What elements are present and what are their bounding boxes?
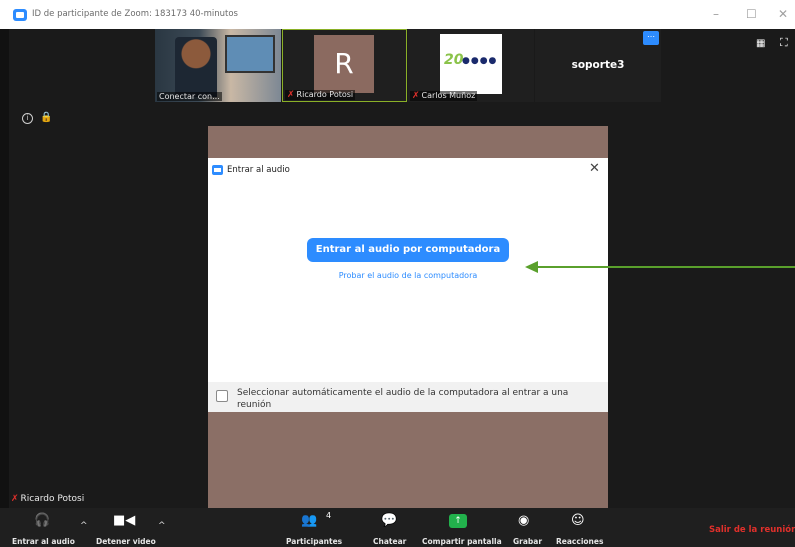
- reactions-icon: ☺: [571, 513, 585, 528]
- more-options-icon[interactable]: ⋯: [643, 31, 659, 45]
- chat-icon: 💬: [381, 513, 398, 528]
- window-title: ID de participante de Zoom: 183173 40-mi…: [32, 9, 238, 19]
- active-speaker-name-row: ✗ Ricardo Potosi: [11, 494, 84, 504]
- participant-thumbnail-active[interactable]: R ✗ Ricardo Potosi: [282, 29, 407, 102]
- participants-count: 4: [326, 511, 332, 520]
- auto-join-audio-label[interactable]: Seleccionar automáticamente el audio de …: [237, 387, 597, 411]
- info-icon[interactable]: i: [22, 113, 33, 124]
- participant-name: Carlos Muñoz: [421, 91, 476, 100]
- share-screen-button[interactable]: ↑ Compartir pantalla: [421, 508, 502, 547]
- auto-join-audio-checkbox[interactable]: [216, 390, 228, 402]
- headphones-icon: 🎧: [34, 513, 51, 528]
- meeting-toolbar: 🎧 Entrar al audio ^ ■◀ Detener video ^ 👥…: [0, 508, 795, 547]
- video-camera-icon: ■◀: [113, 513, 136, 528]
- minimize-button[interactable]: –: [713, 7, 719, 21]
- record-label: Grabar: [513, 537, 543, 546]
- avatar-initial: R: [314, 35, 374, 93]
- participants-icon: 👥: [301, 513, 318, 528]
- mic-muted-icon: ✗: [412, 91, 420, 101]
- participants-button[interactable]: 👥 4 Participantes: [285, 508, 345, 547]
- title-bar: ID de participante de Zoom: 183173 40-mi…: [0, 0, 795, 30]
- reactions-button[interactable]: ☺ Reacciones: [555, 508, 605, 547]
- audio-options-caret-icon[interactable]: ^: [80, 521, 88, 531]
- zoom-logo-icon: [13, 9, 27, 21]
- participant-name: Ricardo Potosi: [296, 90, 354, 99]
- annotation-arrow-line: [537, 266, 795, 268]
- dialog-title: Entrar al audio: [227, 165, 290, 175]
- participant-thumbnail[interactable]: Conectar con...: [155, 29, 281, 102]
- stop-video-label: Detener video: [96, 537, 156, 546]
- close-window-button[interactable]: ✕: [778, 7, 788, 21]
- lock-icon[interactable]: 🔒: [40, 112, 52, 123]
- annotation-arrow-head: [525, 261, 538, 273]
- share-screen-label: Compartir pantalla: [422, 537, 502, 546]
- dialog-footer: Seleccionar automáticamente el audio de …: [208, 382, 608, 412]
- participant-name: soporte3: [571, 59, 625, 71]
- zoom-logo-icon: [212, 165, 223, 175]
- video-options-caret-icon[interactable]: ^: [158, 521, 166, 531]
- gallery-view-icon[interactable]: ▦: [756, 38, 765, 49]
- fullscreen-icon[interactable]: ⛶: [780, 36, 788, 50]
- left-edge: [0, 29, 9, 547]
- participant-video-person: [175, 37, 217, 97]
- record-button[interactable]: ◉ Grabar: [512, 508, 544, 547]
- dialog-close-button[interactable]: ✕: [589, 161, 600, 176]
- join-audio-label: Entrar al audio: [12, 537, 75, 546]
- chat-label: Chatear: [373, 537, 407, 546]
- participant-thumbnail[interactable]: 20 ●●●● ✗ Carlos Muñoz: [408, 29, 534, 102]
- leave-meeting-button[interactable]: Salir de la reunión: [709, 525, 795, 535]
- join-audio-dialog: Entrar al audio ✕ Entrar al audio por co…: [208, 158, 608, 412]
- maximize-button[interactable]: ☐: [746, 7, 757, 21]
- mic-muted-icon: ✗: [11, 494, 19, 504]
- record-icon: ◉: [518, 513, 530, 528]
- stop-video-button[interactable]: ■◀ Detener video: [95, 508, 157, 547]
- participant-logo: 20 ●●●●: [440, 34, 502, 94]
- test-computer-audio-link[interactable]: Probar el audio de la computadora: [208, 271, 608, 280]
- join-audio-button[interactable]: 🎧 Entrar al audio: [10, 508, 80, 547]
- active-speaker-name: Ricardo Potosi: [20, 494, 85, 504]
- join-computer-audio-button[interactable]: Entrar al audio por computadora: [307, 238, 509, 262]
- participants-label: Participantes: [286, 537, 343, 546]
- participant-name-row: ✗ Carlos Muñoz: [410, 91, 478, 101]
- logo-dots: ●●●●: [462, 56, 498, 66]
- chat-button[interactable]: 💬 Chatear: [371, 508, 411, 547]
- participant-thumbnail[interactable]: soporte3 ⋯: [535, 29, 661, 102]
- participant-name-row: ✗ Ricardo Potosi: [285, 90, 356, 100]
- reactions-label: Reacciones: [556, 537, 604, 546]
- mic-muted-icon: ✗: [287, 90, 295, 100]
- share-screen-icon: ↑: [449, 514, 467, 528]
- logo-text: 20: [444, 52, 464, 68]
- participant-name: Conectar con...: [157, 92, 222, 101]
- participant-video-background: [225, 35, 275, 73]
